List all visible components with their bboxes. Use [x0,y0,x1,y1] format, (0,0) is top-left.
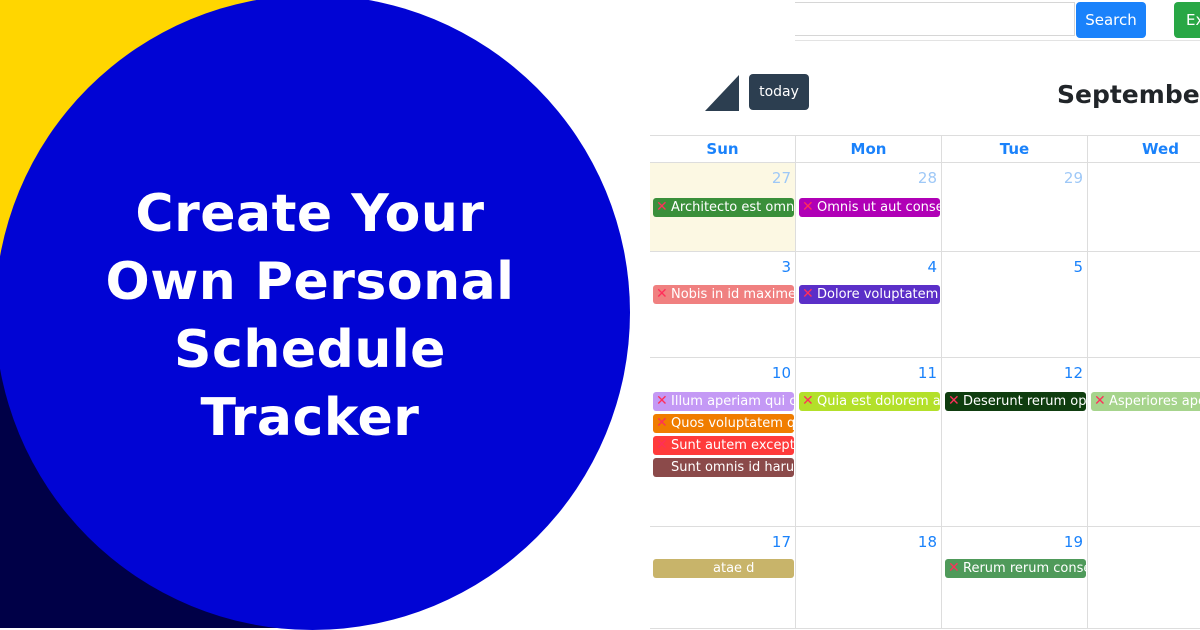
event-title: Quia est dolorem arc [817,394,940,409]
day-number: 5 [1073,258,1083,276]
day-number: 28 [917,169,937,187]
event-sunt-omnis[interactable]: Sunt omnis id harum [653,458,794,477]
close-icon[interactable]: ✕ [802,392,817,411]
day-cell-29[interactable]: 29 [942,163,1088,252]
event-title: Architecto est omnis [671,200,794,215]
close-icon[interactable]: ✕ [656,414,671,433]
close-icon[interactable]: ✕ [656,392,671,411]
calendar-topbar: Search Ex [795,0,1200,41]
day-number: 12 [1063,364,1083,382]
day-cell-wed-2[interactable] [1088,252,1200,358]
event-omnis[interactable]: ✕ Omnis ut aut conseq [799,198,940,217]
headline-line-4: Tracker [200,388,420,448]
day-cell-3[interactable]: 3 ✕Nobis in id maxime la [650,252,796,358]
event-illum[interactable]: ✕ Illum aperiam qui cu [653,392,794,411]
close-icon[interactable]: ✕ [802,198,817,217]
day-cell-wed-4[interactable] [1088,527,1200,629]
weekday-mon: Mon [796,136,942,163]
event-quos[interactable]: ✕Quos voluptatem quo [653,414,794,433]
day-cell-27[interactable]: 27 ✕ Architecto est omnis [650,163,796,252]
event-title: Illum aperiam qui cu [671,394,794,409]
event-title: Rerum rerum consec [963,561,1086,576]
event-title: Deserunt rerum optio [963,394,1086,409]
search-button[interactable]: Search [1076,2,1146,38]
close-icon[interactable]: ✕ [1094,392,1109,411]
day-cell-12[interactable]: 12 ✕Deserunt rerum optio [942,358,1088,527]
event-title: Quos voluptatem quo [671,416,794,431]
day-number: 10 [771,364,791,382]
day-number: 19 [1063,533,1083,551]
event-nobis[interactable]: ✕Nobis in id maxime la [653,285,794,304]
day-cell-5[interactable]: 5 [942,252,1088,358]
event-title: Dolore voluptatem n [817,287,940,302]
day-cell-11[interactable]: 11 ✕ Quia est dolorem arc [796,358,942,527]
close-icon[interactable]: ✕ [948,392,963,411]
event-title: Nobis in id maxime la [671,287,794,302]
weekday-tue: Tue [942,136,1088,163]
day-number: 4 [927,258,937,276]
event-dolore[interactable]: ✕ Dolore voluptatem n [799,285,940,304]
day-number: 27 [771,169,791,187]
event-architecto[interactable]: ✕ Architecto est omnis [653,198,794,217]
day-number: 17 [771,533,791,551]
event-asperiores[interactable]: ✕Asperiores aper [1091,392,1200,411]
event-title: Asperiores aper [1109,394,1200,409]
event-title: Sunt autem exceptur [671,438,794,453]
close-icon[interactable]: ✕ [948,559,963,578]
day-number: 29 [1063,169,1083,187]
search-input[interactable] [795,2,1075,36]
close-icon[interactable]: ✕ [802,285,817,304]
day-number: 3 [781,258,791,276]
event-title: Omnis ut aut conseq [817,200,940,215]
weekday-wed: Wed [1088,136,1200,163]
calendar-grid: Sun Mon Tue Wed 27 ✕ Architecto est omnis… [650,135,1200,629]
event-title: atae d [713,561,755,576]
today-button[interactable]: today [749,74,809,110]
day-cell-4[interactable]: 4 ✕ Dolore voluptatem n [796,252,942,358]
day-cell-18[interactable]: 18 [796,527,942,629]
close-icon[interactable]: ✕ [656,198,671,217]
day-cell-wed-1[interactable] [1088,163,1200,252]
event-atae[interactable]: atae d [653,559,794,578]
export-button[interactable]: Ex [1174,2,1200,38]
weekday-sun: Sun [650,136,796,163]
day-cell-28[interactable]: 28 ✕ Omnis ut aut conseq [796,163,942,252]
event-quia[interactable]: ✕ Quia est dolorem arc [799,392,940,411]
prev-month-button[interactable] [705,75,739,111]
day-cell-17[interactable]: 17 atae d [650,527,796,629]
day-number: 11 [917,364,937,382]
day-cell-10[interactable]: 10 ✕ Illum aperiam qui cu ✕ Quos voluptate… [650,358,796,527]
headline-line-1: Create Your [135,184,485,244]
close-icon[interactable]: ✕ [656,285,671,304]
event-sunt-autem[interactable]: ✕Sunt autem exceptur [653,436,794,455]
headline-line-2: Own Personal [105,252,515,312]
day-cell-wed-3[interactable]: ✕Asperiores aper [1088,358,1200,527]
day-cell-19[interactable]: 19 ✕ Rerum rerum consec [942,527,1088,629]
headline: Create Your Own Personal Schedule Tracke… [60,180,560,452]
event-title: Sunt omnis id harum [671,460,794,475]
event-rerum[interactable]: ✕ Rerum rerum consec [945,559,1086,578]
day-number: 18 [917,533,937,551]
month-title: September 2 [1057,80,1200,109]
event-deserunt[interactable]: ✕Deserunt rerum optio [945,392,1086,411]
headline-line-3: Schedule [174,320,446,380]
close-icon[interactable]: ✕ [656,436,671,455]
